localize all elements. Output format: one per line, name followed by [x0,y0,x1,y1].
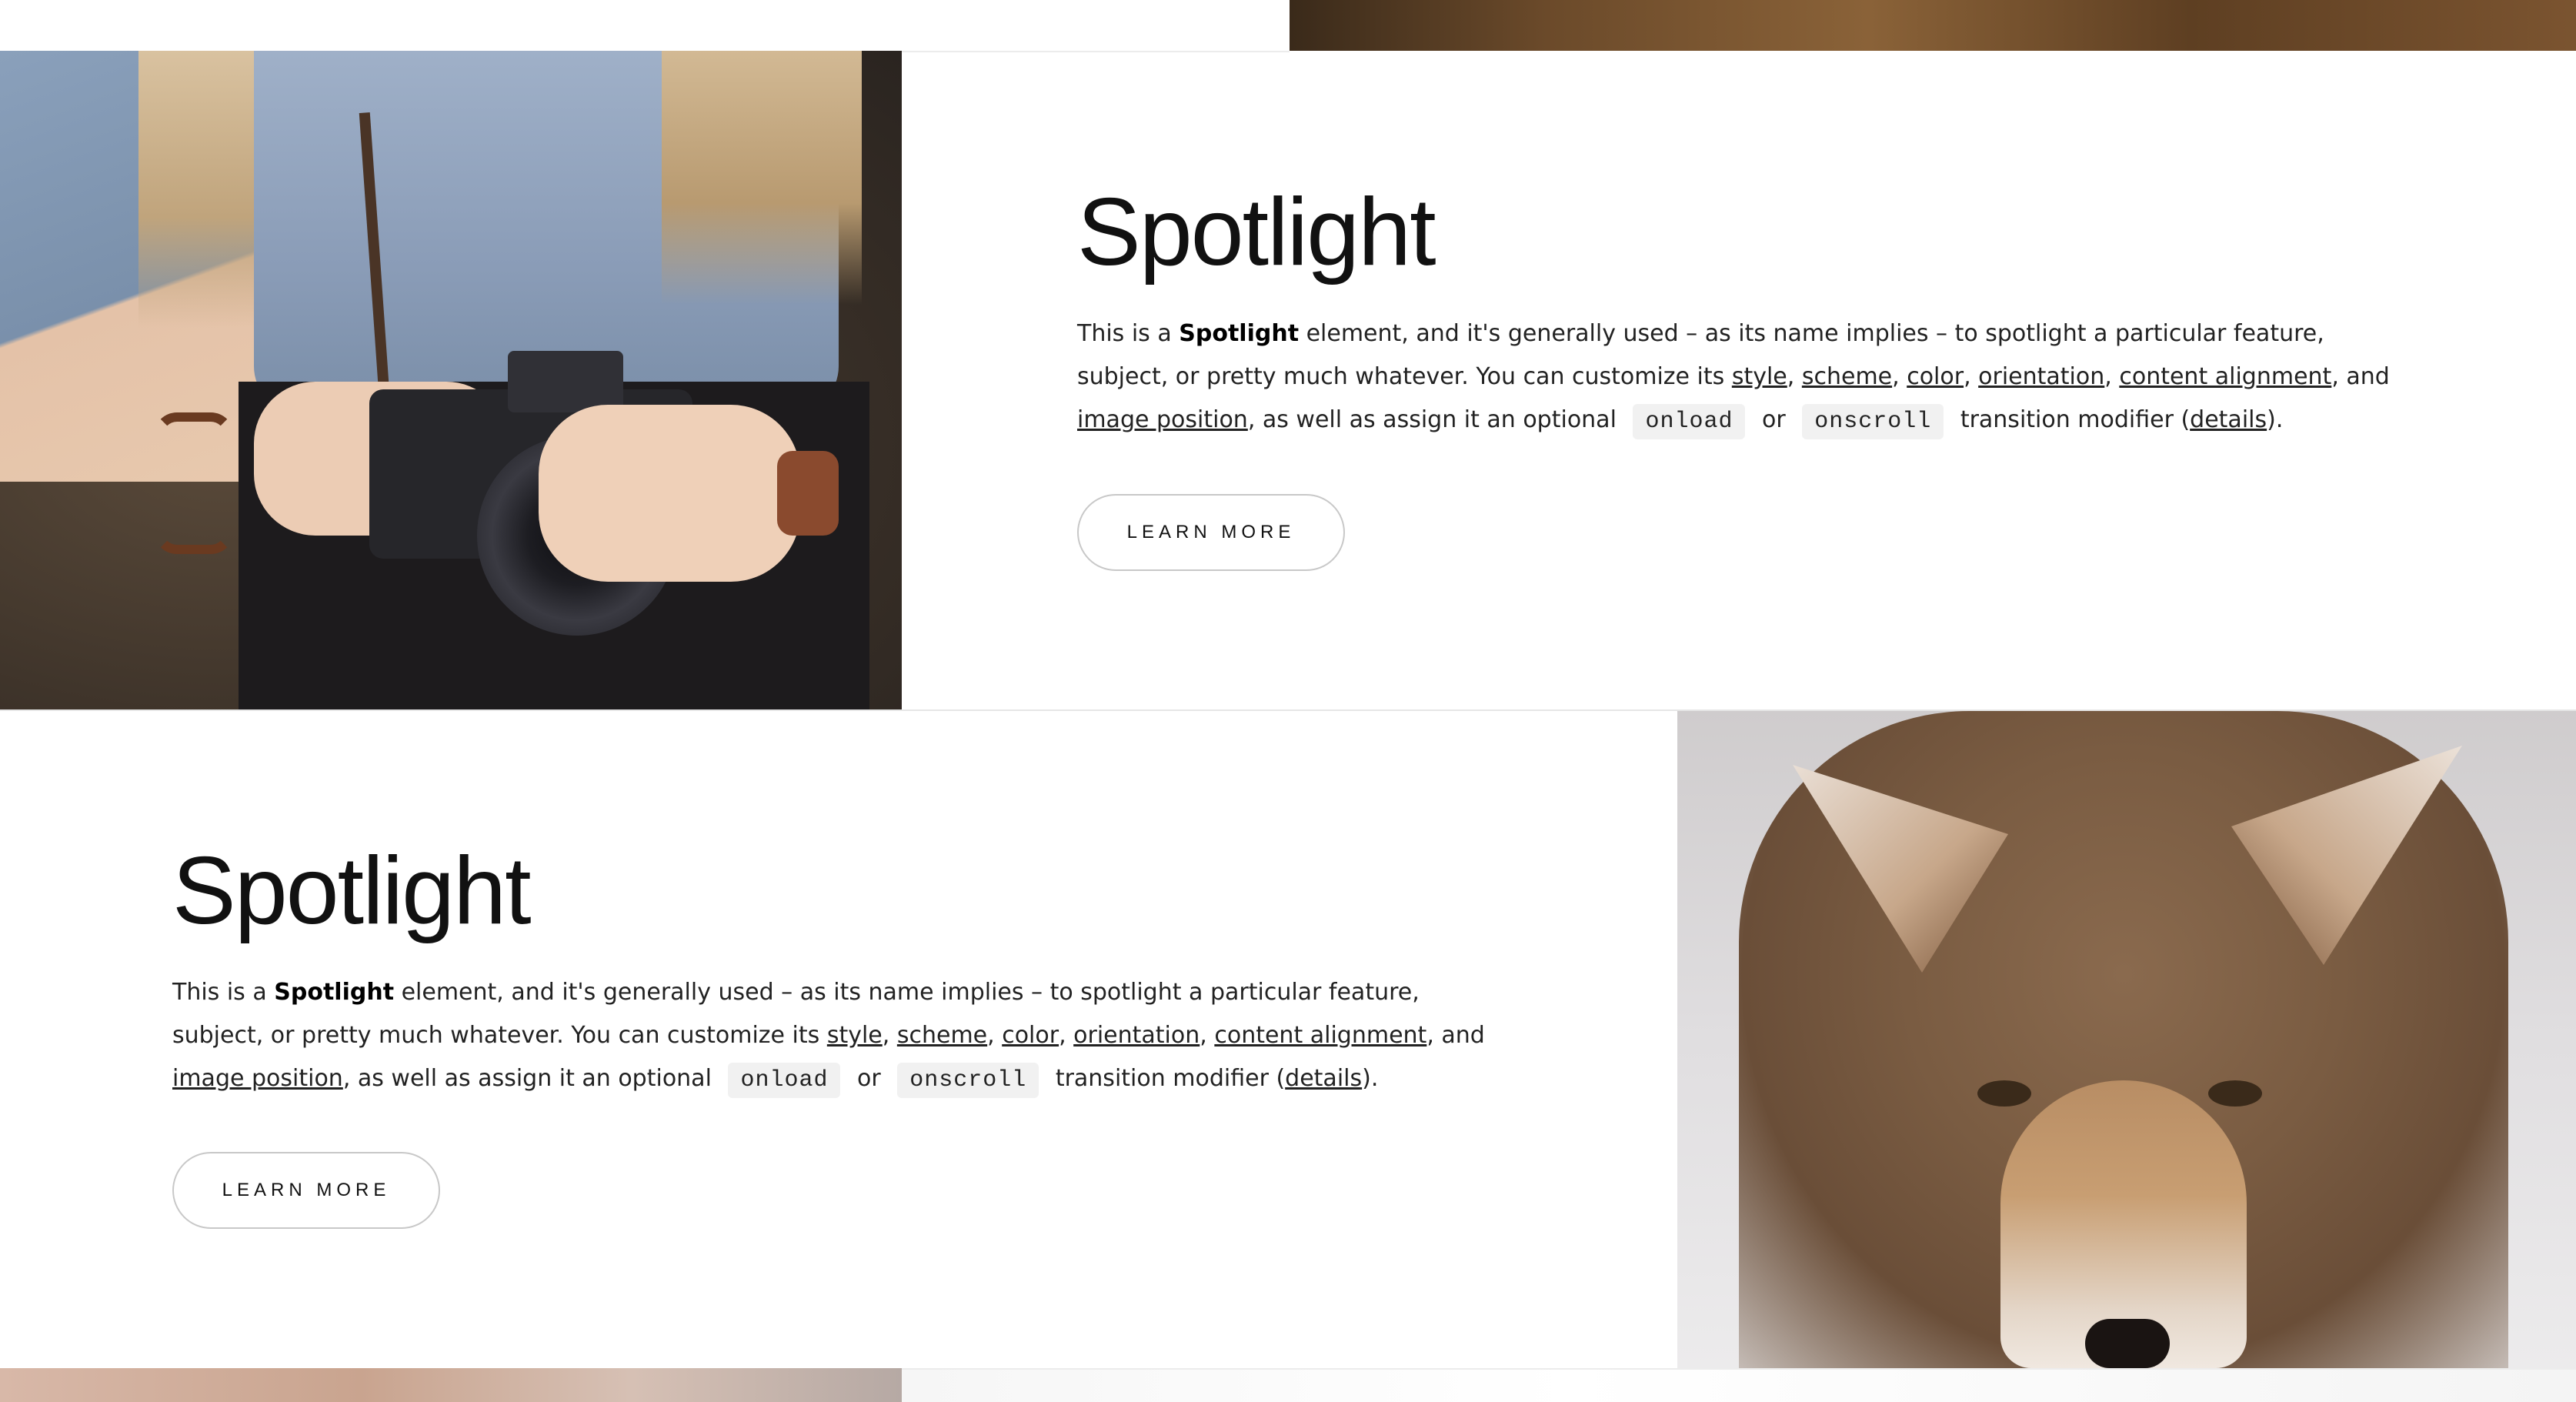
next-section-background [902,1370,2576,1402]
text: ). [2267,406,2284,433]
link-content-alignment[interactable]: content alignment [2119,363,2331,390]
spotlight-image-coyote [1677,711,2576,1368]
text: , and [1426,1022,1485,1049]
image-detail-bracelet [154,412,234,554]
code-onscroll: onscroll [897,1063,1039,1098]
text: , [1787,363,1802,390]
previous-section-image [1290,0,2576,51]
text: , [1059,1022,1074,1049]
code-onload: onload [728,1063,841,1098]
spotlight-title: Spotlight [1077,179,1436,285]
link-orientation[interactable]: orientation [1073,1022,1200,1049]
link-orientation[interactable]: orientation [1978,363,2104,390]
learn-more-button[interactable]: LEARN MORE [172,1152,440,1229]
text: transition modifier ( [1048,1065,1286,1092]
link-style[interactable]: style [1732,363,1787,390]
link-style[interactable]: style [827,1022,883,1049]
link-color[interactable]: color [1002,1022,1059,1049]
link-content-alignment[interactable]: content alignment [1214,1022,1426,1049]
image-detail-hair [662,51,862,305]
link-details[interactable]: details [2190,406,2267,433]
next-section-image [0,1368,902,1402]
text: ). [1362,1065,1379,1092]
text: , as well as assign it an optional [1247,406,1624,433]
link-image-position[interactable]: image position [172,1065,343,1092]
text: , as well as assign it an optional [342,1065,719,1092]
image-detail-eye [1977,1080,2031,1107]
link-details[interactable]: details [1285,1065,1362,1092]
image-detail-camera-top [508,351,623,412]
spotlight-title: Spotlight [172,838,532,944]
code-onload: onload [1633,404,1746,439]
text: , [1964,363,1979,390]
image-detail-nose [2085,1319,2170,1368]
link-scheme[interactable]: scheme [1802,363,1892,390]
text: or [849,1065,889,1092]
strong-text: Spotlight [274,979,395,1006]
text: , [882,1022,897,1049]
spotlight-image-camera [0,51,902,709]
strong-text: Spotlight [1179,320,1300,347]
spotlight-description: This is a Spotlight element, and it's ge… [172,971,1496,1102]
text: This is a [1077,320,1180,347]
text: , [2104,363,2120,390]
text: , [1200,1022,1215,1049]
spotlight-description: This is a Spotlight element, and it's ge… [1077,312,2401,443]
text: , and [2331,363,2390,390]
image-detail-watch [777,451,839,536]
link-scheme[interactable]: scheme [897,1022,987,1049]
text: transition modifier ( [1953,406,2191,433]
text: , [1892,363,1907,390]
text: This is a [172,979,275,1006]
text: , [987,1022,1003,1049]
image-detail-hand [539,405,800,582]
code-onscroll: onscroll [1802,404,1944,439]
link-color[interactable]: color [1907,363,1964,390]
text: or [1754,406,1794,433]
learn-more-button[interactable]: LEARN MORE [1077,494,1345,571]
link-image-position[interactable]: image position [1077,406,1248,433]
image-detail-eye [2208,1080,2262,1107]
